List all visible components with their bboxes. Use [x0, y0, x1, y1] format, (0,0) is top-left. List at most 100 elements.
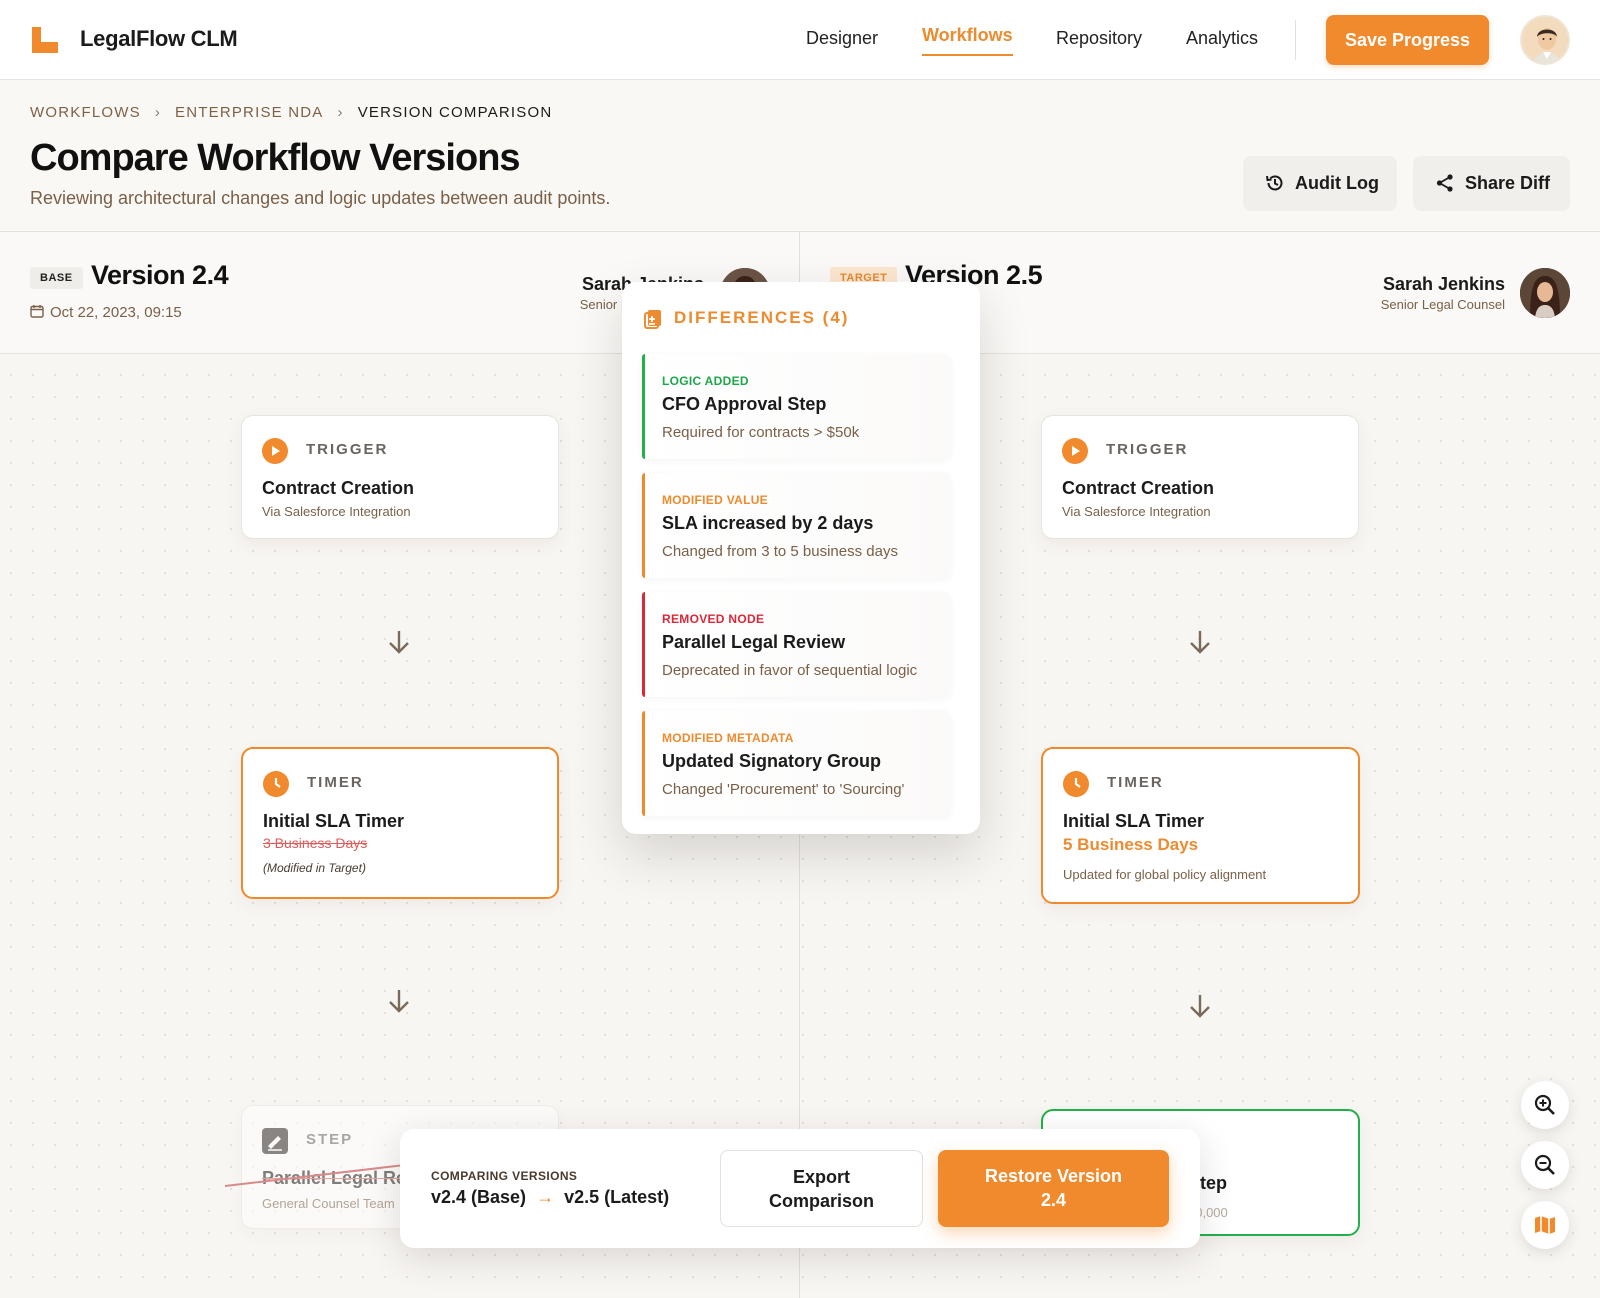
node-subtitle: Via Salesforce Integration — [262, 504, 411, 519]
diff-category: LOGIC ADDED — [662, 374, 749, 388]
diff-indicator-bar — [642, 354, 645, 459]
node-subtitle: Updated for global policy alignment — [1063, 867, 1267, 882]
top-nav-bar: LegalFlow CLM Designer Workflows Reposit… — [0, 0, 1600, 80]
signature-icon — [262, 1128, 288, 1154]
removed-connector-line — [225, 1164, 405, 1187]
node-title: Initial SLA Timer — [1063, 811, 1205, 831]
user-avatar[interactable] — [1520, 15, 1570, 65]
chevron-right-icon: › — [154, 104, 162, 121]
map-icon — [1535, 1216, 1555, 1234]
base-tag: BASE — [30, 267, 83, 289]
diff-indicator-bar — [642, 473, 645, 578]
history-icon — [1266, 175, 1283, 191]
diff-description: Changed 'Procurement' to 'Sourcing' — [662, 781, 905, 798]
differences-panel: DIFFERENCES (4) LOGIC ADDED CFO Approval… — [622, 282, 980, 834]
arrow-down-icon — [389, 631, 409, 654]
diff-description: Required for contracts > $50k — [662, 424, 860, 441]
comparing-versions-label: COMPARING VERSIONS — [431, 1169, 578, 1183]
node-type-label: STEP — [306, 1131, 354, 1148]
diff-indicator-bar — [642, 711, 645, 816]
node-title: Contract Creation — [262, 478, 415, 498]
diff-description: Changed from 3 to 5 business days — [662, 543, 898, 560]
node-type-label: TIMER — [307, 774, 364, 791]
nav-divider — [1295, 20, 1296, 60]
arrow-down-icon — [1190, 631, 1210, 654]
comparing-versions-value: v2.4 (Base) → v2.5 (Latest) — [431, 1187, 669, 1208]
nav-designer[interactable]: Designer — [806, 28, 878, 49]
target-author-name: Sarah Jenkins — [1382, 274, 1505, 294]
target-author-avatar — [1520, 268, 1570, 318]
app-name: LegalFlow CLM — [80, 26, 238, 51]
diff-item-modified-metadata[interactable]: MODIFIED METADATA Updated Signatory Grou… — [642, 711, 950, 816]
page-subtitle: Reviewing architectural changes and logi… — [30, 188, 611, 208]
zoom-out-icon — [1534, 1154, 1555, 1175]
diff-title: SLA increased by 2 days — [662, 513, 874, 533]
node-title: Contract Creation — [1062, 478, 1215, 498]
breadcrumb-enterprise-nda[interactable]: ENTERPRISE NDA — [175, 104, 324, 121]
audit-log-button[interactable]: Audit Log — [1243, 156, 1397, 211]
arrow-down-icon — [389, 990, 409, 1013]
nav-repository[interactable]: Repository — [1056, 28, 1142, 49]
base-version-date: Oct 22, 2023, 09:15 — [30, 304, 182, 321]
new-value: 5 Business Days — [1063, 835, 1199, 854]
diff-indicator-bar — [642, 592, 645, 697]
from-version: v2.4 (Base) — [431, 1187, 527, 1207]
target-author-role: Senior Legal Counsel — [1380, 297, 1505, 312]
base-timer-node[interactable]: TIMER Initial SLA Timer 3 Business Days … — [241, 747, 559, 899]
breadcrumb-workflows[interactable]: WORKFLOWS — [30, 104, 141, 121]
share-diff-button[interactable]: Share Diff — [1413, 156, 1570, 211]
difference-icon — [644, 310, 661, 329]
export-comparison-label: Export Comparison — [768, 1167, 874, 1211]
node-title: Initial SLA Timer — [263, 811, 405, 831]
play-icon — [262, 438, 288, 464]
compare-action-bar: COMPARING VERSIONS v2.4 (Base) → v2.5 (Lat… — [400, 1129, 1200, 1248]
clock-icon — [1063, 771, 1089, 797]
node-subtitle: Via Salesforce Integration — [1062, 504, 1211, 519]
user-avatar-icon — [1522, 17, 1568, 63]
zoom-in-button[interactable] — [1521, 1081, 1569, 1129]
export-comparison-button[interactable]: Export Comparison — [720, 1150, 923, 1227]
diff-title: Updated Signatory Group — [662, 751, 882, 771]
save-progress-button[interactable]: Save Progress — [1326, 15, 1489, 65]
base-date-text: Oct 22, 2023, 09:15 — [50, 304, 182, 321]
diff-description: Deprecated in favor of sequential logic — [662, 662, 918, 679]
diff-category: REMOVED NODE — [662, 612, 765, 626]
nav-analytics[interactable]: Analytics — [1186, 28, 1258, 49]
target-trigger-node[interactable]: TRIGGER Contract Creation Via Salesforce… — [1041, 415, 1359, 539]
target-timer-node[interactable]: TIMER Initial SLA Timer 5 Business Days … — [1041, 747, 1360, 904]
differences-title: DIFFERENCES (4) — [674, 308, 850, 327]
restore-version-button[interactable]: Restore Version 2.4 — [938, 1150, 1169, 1227]
diff-item-removed-node[interactable]: REMOVED NODE Parallel Legal Review Depre… — [642, 592, 950, 697]
share-diff-label: Share Diff — [1465, 173, 1551, 193]
zoom-out-button[interactable] — [1521, 1141, 1569, 1189]
arrow-down-icon — [1190, 995, 1210, 1018]
node-type-label: TRIGGER — [306, 441, 389, 458]
diff-item-logic-added[interactable]: LOGIC ADDED CFO Approval Step Required f… — [642, 354, 950, 459]
clock-icon — [263, 771, 289, 797]
breadcrumb: WORKFLOWS › ENTERPRISE NDA › VERSION COMPARI… — [30, 104, 552, 121]
play-icon — [1062, 438, 1088, 464]
breadcrumb-current: VERSION COMPARISON — [357, 104, 553, 121]
base-trigger-node[interactable]: TRIGGER Contract Creation Via Salesforce… — [241, 415, 559, 539]
calendar-icon — [30, 305, 44, 318]
zoom-in-icon — [1534, 1094, 1555, 1115]
diff-category: MODIFIED METADATA — [662, 731, 794, 745]
node-subtitle: General Counsel Team — [262, 1196, 395, 1211]
to-version: v2.5 (Latest) — [564, 1187, 670, 1207]
minimap-button[interactable] — [1521, 1201, 1569, 1249]
modified-note: (Modified in Target) — [263, 861, 366, 875]
woman-avatar-icon — [1520, 268, 1570, 318]
share-icon — [1436, 174, 1453, 192]
diff-title: Parallel Legal Review — [662, 632, 846, 652]
node-type-label: TIMER — [1107, 774, 1164, 791]
app-logo-icon[interactable] — [32, 27, 58, 53]
page-title: Compare Workflow Versions — [30, 137, 521, 179]
audit-log-label: Audit Log — [1295, 173, 1379, 193]
old-value: 3 Business Days — [263, 835, 368, 851]
diff-category: MODIFIED VALUE — [662, 493, 768, 507]
node-type-label: TRIGGER — [1106, 441, 1189, 458]
diff-item-modified-value[interactable]: MODIFIED VALUE SLA increased by 2 days C… — [642, 473, 950, 578]
nav-workflows[interactable]: Workflows — [922, 25, 1013, 56]
restore-version-label: Restore Version 2.4 — [984, 1166, 1123, 1210]
diff-title: CFO Approval Step — [662, 394, 827, 414]
